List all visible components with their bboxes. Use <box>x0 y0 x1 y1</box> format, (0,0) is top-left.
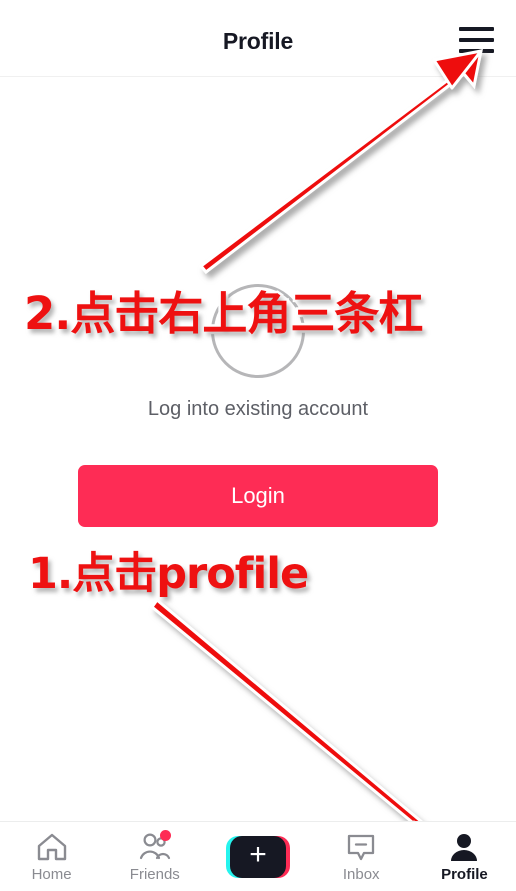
inbox-icon <box>343 831 379 863</box>
annotation-arrow-layer <box>149 48 483 868</box>
plus-icon: + <box>249 838 267 871</box>
hamburger-bar-3 <box>459 49 494 53</box>
create-core: + <box>230 835 286 878</box>
create-icon[interactable]: + <box>226 835 290 878</box>
login-button[interactable]: Login <box>78 465 438 527</box>
nav-label-profile: Profile <box>441 866 488 883</box>
hamburger-bar-2 <box>459 38 494 42</box>
nav-label-friends: Friends <box>129 866 180 883</box>
hamburger-menu-button[interactable] <box>459 27 494 53</box>
profile-icon <box>446 831 482 863</box>
bottom-navigation-bar: Home Friends + Inbox Profile <box>0 821 516 891</box>
arrow-to-hamburger <box>198 48 483 275</box>
nav-tab-home[interactable]: Home <box>0 822 103 891</box>
nav-tab-friends[interactable]: Friends <box>103 822 206 891</box>
nav-tab-inbox[interactable]: Inbox <box>310 822 413 891</box>
nav-tab-create[interactable]: + <box>206 822 309 891</box>
nav-tab-profile[interactable]: Profile <box>413 822 516 891</box>
friends-notification-badge <box>159 830 171 841</box>
nav-label-inbox: Inbox <box>342 866 380 883</box>
login-prompt-text: Log into existing account <box>147 398 369 420</box>
app-header: Profile <box>0 0 516 77</box>
hamburger-bar-1 <box>459 27 494 31</box>
home-icon <box>34 831 70 863</box>
page-title: Profile <box>222 28 294 54</box>
friends-icon <box>137 830 173 863</box>
annotation-step-1-text: 1.点击profile <box>25 547 311 602</box>
nav-label-home: Home <box>31 866 72 883</box>
app-screen: Profile Log into existing account Login … <box>0 0 516 891</box>
annotation-step-2-text: 2.点击右上角三条杠 <box>21 285 425 343</box>
